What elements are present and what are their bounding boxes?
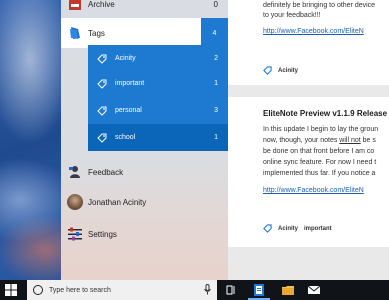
tag-label: Acinity — [115, 55, 136, 62]
tag-label: school — [115, 134, 136, 141]
tags-count: 4 — [201, 18, 228, 48]
nav-item-archive[interactable]: Archive 0 — [61, 0, 228, 19]
feedback-label: Feedback — [88, 167, 124, 177]
note-tag[interactable]: important — [304, 226, 332, 232]
notes-list: definitely be bringing to other device t… — [228, 0, 389, 280]
tag-icon — [97, 106, 107, 116]
task-view-icon[interactable] — [224, 283, 238, 297]
note-body-line: In this update I begin to lay the groun — [263, 126, 379, 133]
note-body-line: online sync feature. For now I need t — [263, 159, 377, 166]
tag-count: 2 — [214, 55, 218, 62]
tag-icon — [97, 133, 107, 143]
tag-label: important — [115, 80, 145, 87]
microphone-icon[interactable] — [204, 284, 211, 295]
note-body-line: now, though, your notes will not be s — [263, 137, 376, 144]
elitenote-window: Archive 0 Tags 4 Acinity 2 important 1 p… — [61, 0, 389, 280]
avatar — [67, 194, 83, 210]
note-body-line: to your feedback!!! — [263, 12, 321, 19]
elitenote-taskbar-icon[interactable] — [252, 283, 266, 297]
tags-label: Tags — [88, 28, 105, 38]
tag-icon — [97, 54, 107, 64]
tag-item-school[interactable]: school 1 — [88, 124, 228, 151]
archive-icon — [67, 0, 83, 12]
note-tags: Acinity — [263, 66, 298, 75]
note-tag[interactable]: Acinity — [278, 226, 298, 232]
note-body-line: definitely be bringing to other device — [263, 2, 376, 9]
note-tags: Acinity important — [263, 224, 332, 233]
cortana-icon — [33, 285, 43, 295]
tags-icon — [67, 25, 83, 41]
tag-count: 1 — [214, 134, 218, 141]
archive-label: Archive — [88, 0, 115, 9]
mail-icon[interactable] — [307, 283, 321, 297]
taskbar-search-box[interactable]: Type here to search — [27, 280, 217, 300]
note-tag[interactable]: Acinity — [278, 68, 298, 74]
settings-label: Settings — [88, 229, 117, 239]
archive-count: 0 — [213, 0, 218, 9]
note-body-line: implemented thus far. If you notice a — [263, 170, 376, 177]
tag-icon — [97, 79, 107, 89]
navigation-pane: Archive 0 Tags 4 Acinity 2 important 1 p… — [61, 0, 228, 280]
tag-item-personal[interactable]: personal 3 — [88, 97, 228, 124]
tag-icon — [263, 224, 272, 233]
file-explorer-icon[interactable] — [281, 283, 295, 297]
tag-count: 1 — [214, 80, 218, 87]
note-link[interactable]: http://www.Facebook.com/EliteN — [263, 187, 364, 194]
windows-start-icon[interactable] — [5, 284, 17, 296]
tag-count: 3 — [214, 107, 218, 114]
feedback-icon — [67, 164, 83, 180]
tag-icon — [263, 66, 272, 75]
note-link[interactable]: http://www.Facebook.com/EliteN — [263, 28, 364, 35]
note-card[interactable]: EliteNote Preview v1.1.9 Release I In th… — [228, 97, 389, 247]
tag-item-important[interactable]: important 1 — [88, 70, 228, 97]
user-name: Jonathan Acinity — [88, 197, 147, 207]
note-title: EliteNote Preview v1.1.9 Release I — [263, 109, 389, 118]
taskbar: Type here to search — [0, 280, 389, 300]
search-placeholder: Type here to search — [49, 286, 111, 294]
note-card[interactable]: definitely be bringing to other device t… — [228, 0, 389, 85]
tag-label: personal — [115, 107, 142, 114]
tag-item-acinity[interactable]: Acinity 2 — [88, 45, 228, 72]
nav-item-feedback[interactable]: Feedback — [61, 157, 228, 187]
note-body-line: be done on that front before I am co — [263, 148, 375, 155]
nav-item-settings[interactable]: Settings — [61, 219, 228, 249]
nav-item-tags[interactable]: Tags 4 — [61, 18, 228, 48]
settings-sliders-icon — [67, 226, 83, 242]
nav-item-user[interactable]: Jonathan Acinity — [61, 187, 228, 217]
